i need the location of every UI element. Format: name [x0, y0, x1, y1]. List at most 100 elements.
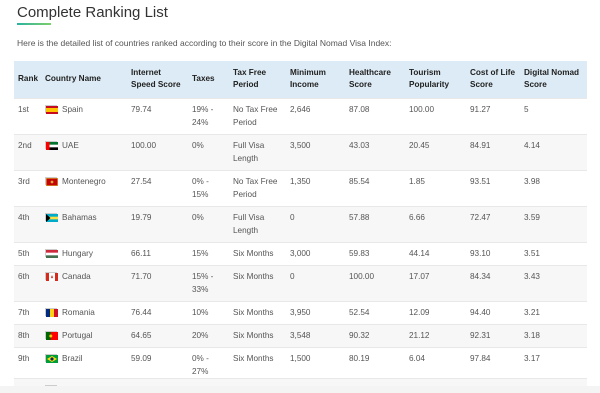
cell-rank: 9th: [14, 346, 41, 378]
cell-country: UAE: [41, 133, 127, 170]
cell-health: 43.03: [345, 133, 405, 170]
cell-tourism: 6.04: [405, 346, 466, 378]
cell-internet: 79.74: [127, 97, 188, 134]
cell-internet: 59.09: [127, 346, 188, 378]
cell-country: Portugal: [41, 323, 127, 347]
cell-health: 85.54: [345, 169, 405, 206]
cell-income: 0: [286, 264, 345, 301]
table-row: 2nd UAE 100.00 0% Full Visa Length 3,500 43.03…: [14, 133, 587, 170]
cell-tax-free: Full Visa Length: [229, 205, 286, 242]
portugal-flag-icon: [45, 330, 58, 340]
cell-rank: 8th: [14, 323, 41, 347]
cell-score: 3.43: [520, 264, 587, 301]
cell-income: 1,500: [286, 346, 345, 378]
header-country-name: Country Name: [45, 74, 101, 84]
country-name: Spain: [62, 104, 83, 114]
country-name: UAE: [62, 140, 79, 150]
cell-rank: 3rd: [14, 169, 41, 206]
cell-rank: 1st: [14, 97, 41, 134]
cell-internet: 66.11: [127, 241, 188, 265]
cell-cost: 72.47: [466, 205, 520, 242]
country-name: Romania: [62, 307, 95, 317]
cell-cost: 91.27: [466, 97, 520, 134]
cell-income: 3,548: [286, 323, 345, 347]
header-digital-nomad-score: Digital Nomad Score: [524, 68, 580, 90]
cell-score: 5: [520, 97, 587, 134]
cell-taxes: 0% - 15%: [188, 169, 229, 206]
cell-income: 3,500: [286, 133, 345, 170]
country-name: Brazil: [62, 353, 83, 363]
cell-rank: 4th: [14, 205, 41, 242]
cell-rank: 2nd: [14, 133, 41, 170]
cell-score: 3.17: [520, 346, 587, 378]
cell-country: Brazil: [41, 346, 127, 378]
cell-taxes: 19% - 24%: [188, 97, 229, 134]
cell-cost: 94.40: [466, 300, 520, 324]
cell-taxes: 15% - 33%: [188, 264, 229, 301]
table-row: 6th Canada 71.70 15% - 33% Six Months 0 100.00…: [14, 264, 587, 301]
ranking-table: Rank Country Name Internet Speed Score T…: [14, 61, 587, 393]
header-tourism-popularity: Tourism Popularity: [409, 68, 450, 90]
table-row: 5th Hungary 66.11 15% Six Months 3,000 59.83 44…: [14, 241, 587, 265]
table-row: 1st Spain 79.74 19% - 24% No Tax Free Period…: [14, 97, 587, 134]
header-taxes: Taxes: [192, 74, 215, 84]
cell-country: Montenegro: [41, 169, 127, 206]
cell-score: 3.98: [520, 169, 587, 206]
header-healthcare-score: Healthcare Score: [349, 68, 391, 90]
cell-tax-free: Six Months: [229, 323, 286, 347]
cell-taxes: 15%: [188, 241, 229, 265]
cell-tourism: 100.00: [405, 97, 466, 134]
cell-score: 3.21: [520, 300, 587, 324]
table-row: 8th Portugal 64.65 20% Six Months 3,548 90.32 2…: [14, 323, 587, 347]
cell-health: 80.19: [345, 346, 405, 378]
header-rank: Rank: [18, 74, 39, 84]
cell-tax-free: No Tax Free Period: [229, 97, 286, 134]
cell-tax-free: Six Months: [229, 300, 286, 324]
intro-text: Here is the detailed list of countries r…: [17, 38, 392, 48]
cell-internet: 100.00: [127, 133, 188, 170]
cell-internet: 76.44: [127, 300, 188, 324]
cell-country: Spain: [41, 97, 127, 134]
cell-tourism: 12.09: [405, 300, 466, 324]
cell-rank: 7th: [14, 300, 41, 324]
cell-country: Bahamas: [41, 205, 127, 242]
cell-income: 2,646: [286, 97, 345, 134]
uae-flag-icon: [45, 140, 58, 150]
country-name: Bahamas: [62, 212, 97, 222]
cell-tourism: 1.85: [405, 169, 466, 206]
cell-internet: 64.65: [127, 323, 188, 347]
cell-score: 3.51: [520, 241, 587, 265]
cell-income: 3,950: [286, 300, 345, 324]
spain-flag-icon: [45, 104, 58, 114]
cell-taxes: 0%: [188, 133, 229, 170]
country-name: Hungary: [62, 248, 93, 258]
cell-cost: 93.10: [466, 241, 520, 265]
cell-rank: 6th: [14, 264, 41, 301]
cell-country: Hungary: [41, 241, 127, 265]
cell-tax-free: Six Months: [229, 241, 286, 265]
cell-score: 3.59: [520, 205, 587, 242]
cell-tax-free: Full Visa Length: [229, 133, 286, 170]
cell-internet: 71.70: [127, 264, 188, 301]
cell-cost: 84.91: [466, 133, 520, 170]
title-underline: [17, 23, 51, 25]
cell-cost: 92.31: [466, 323, 520, 347]
table-body: 1st Spain 79.74 19% - 24% No Tax Free Period…: [14, 97, 587, 393]
country-name: Canada: [62, 271, 91, 281]
cell-score: 4.14: [520, 133, 587, 170]
cell-tourism: 44.14: [405, 241, 466, 265]
brazil-flag-icon: [45, 353, 58, 363]
cell-income: 1,350: [286, 169, 345, 206]
header-minimum-income: Minimum Income: [290, 68, 326, 90]
country-name: Montenegro: [62, 176, 106, 186]
header-tax-free-period: Tax Free Period: [233, 68, 267, 90]
cell-health: 90.32: [345, 323, 405, 347]
cell-internet: 27.54: [127, 169, 188, 206]
ranking-table-container: Rank Country Name Internet Speed Score T…: [14, 61, 587, 393]
cell-taxes: 10%: [188, 300, 229, 324]
cell-health: 100.00: [345, 264, 405, 301]
cell-rank: 5th: [14, 241, 41, 265]
cell-income: 0: [286, 205, 345, 242]
table-row: 7th Romania 76.44 10% Six Months 3,950 52.54 12…: [14, 300, 587, 324]
cell-score: 3.18: [520, 323, 587, 347]
